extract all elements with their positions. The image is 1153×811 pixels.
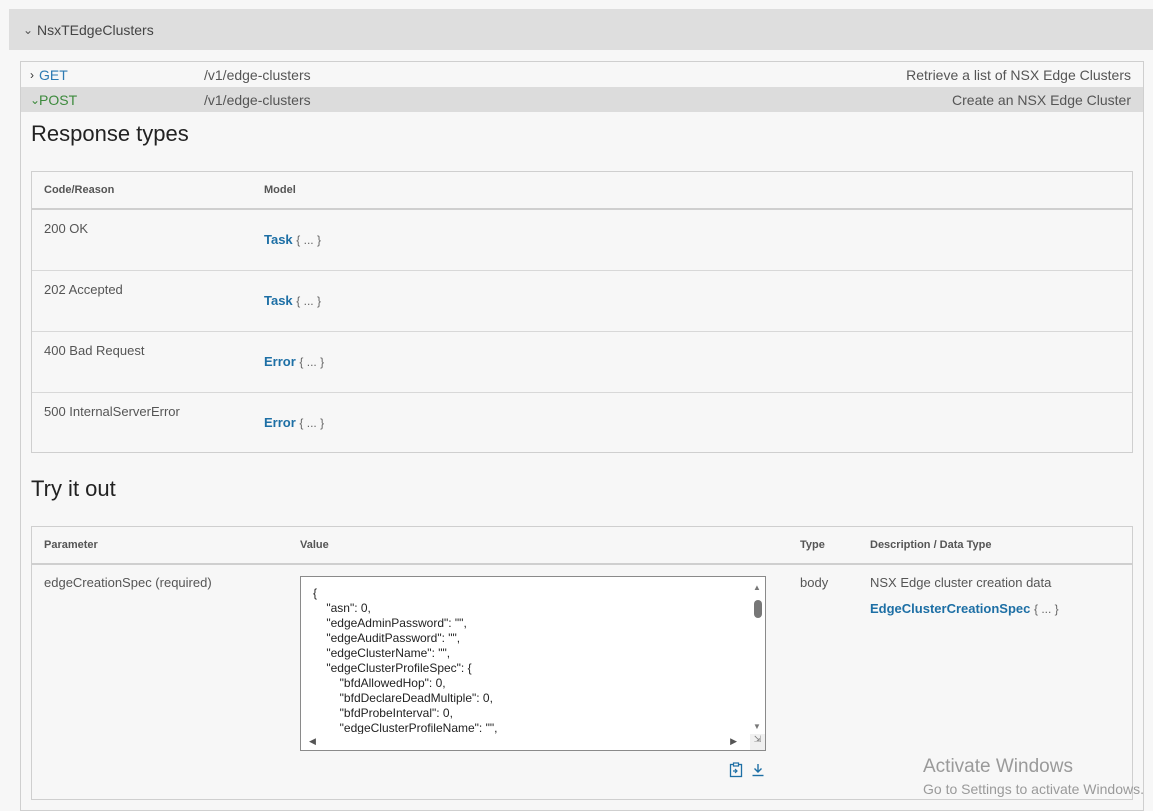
scroll-right-icon[interactable]: ▶ [730, 736, 737, 747]
activate-windows-watermark: Activate Windows [923, 756, 1073, 777]
group-title: NsxTEdgeClusters [37, 21, 154, 38]
model-link-task[interactable]: Task [264, 232, 293, 247]
response-code: 202 Accepted [44, 282, 123, 297]
scroll-left-icon[interactable]: ◀ [309, 736, 316, 747]
parameter-name: edgeCreationSpec (required) [44, 575, 212, 590]
response-model: Error { ... } [264, 354, 324, 369]
column-header-type: Type [800, 539, 825, 551]
column-header-value: Value [300, 539, 329, 551]
operation-summary: Retrieve a list of NSX Edge Clusters [906, 66, 1131, 83]
parameter-model: EdgeClusterCreationSpec { ... } [870, 601, 1059, 616]
operation-post-edge-clusters[interactable]: ⌄ POST /v1/edge-clusters Create an NSX E… [21, 87, 1143, 112]
model-braces[interactable]: { ... } [1034, 602, 1059, 616]
scroll-up-icon[interactable]: ▲ [753, 583, 761, 592]
response-model: Task { ... } [264, 232, 321, 247]
model-link-edgeclustercreationspec[interactable]: EdgeClusterCreationSpec [870, 601, 1030, 616]
response-model: Task { ... } [264, 293, 321, 308]
chevron-down-icon: ⌄ [23, 22, 34, 37]
header-divider [32, 208, 1132, 210]
activate-windows-subtext: Go to Settings to activate Windows. [923, 781, 1144, 797]
response-code: 500 InternalServerError [44, 404, 180, 419]
model-link-task[interactable]: Task [264, 293, 293, 308]
model-braces[interactable]: { ... } [299, 355, 324, 369]
scroll-down-icon[interactable]: ▼ [753, 722, 761, 731]
vertical-scrollbar[interactable]: ▲ ▼ [750, 577, 765, 735]
model-braces[interactable]: { ... } [299, 416, 324, 430]
scroll-thumb[interactable] [754, 600, 762, 618]
response-code: 200 OK [44, 221, 89, 236]
row-divider [32, 392, 1132, 393]
parameter-type: body [800, 575, 829, 590]
download-icon[interactable] [750, 762, 766, 778]
model-link-error[interactable]: Error [264, 354, 296, 369]
operation-summary: Create an NSX Edge Cluster [952, 91, 1131, 108]
method-label: POST [39, 91, 78, 108]
group-header-nsxtedgeclusters[interactable]: ⌄ NsxTEdgeClusters [9, 9, 1153, 50]
response-types-table: Code/Reason Model 200 OK Task { ... } 20… [31, 171, 1133, 453]
parameter-description: NSX Edge cluster creation data [870, 575, 1052, 590]
horizontal-scrollbar[interactable]: ◀ ▶ [301, 734, 751, 750]
column-header-parameter: Parameter [44, 539, 98, 551]
response-code: 400 Bad Request [44, 343, 145, 358]
operation-path: /v1/edge-clusters [204, 91, 311, 108]
model-link-error[interactable]: Error [264, 415, 296, 430]
column-header-code: Code/Reason [44, 184, 115, 196]
operation-get-edge-clusters[interactable]: › GET /v1/edge-clusters Retrieve a list … [21, 62, 1143, 87]
response-types-title: Response types [31, 121, 189, 146]
operation-path: /v1/edge-clusters [204, 66, 311, 83]
model-braces[interactable]: { ... } [296, 233, 321, 247]
header-divider [32, 563, 1132, 565]
resize-handle-icon[interactable]: ⇲ [750, 734, 765, 750]
column-header-model: Model [264, 184, 296, 196]
parameter-value-textarea[interactable]: { "asn": 0, "edgeAdminPassword": "", "ed… [300, 576, 766, 751]
chevron-right-icon: › [30, 67, 34, 82]
response-model: Error { ... } [264, 415, 324, 430]
row-divider [32, 270, 1132, 271]
column-header-description: Description / Data Type [870, 539, 992, 551]
method-label: GET [39, 66, 68, 83]
row-divider [32, 331, 1132, 332]
model-braces[interactable]: { ... } [296, 294, 321, 308]
try-it-out-title: Try it out [31, 476, 116, 501]
clipboard-icon[interactable] [728, 762, 744, 778]
parameter-value-text[interactable]: { "asn": 0, "edgeAdminPassword": "", "ed… [313, 586, 497, 736]
